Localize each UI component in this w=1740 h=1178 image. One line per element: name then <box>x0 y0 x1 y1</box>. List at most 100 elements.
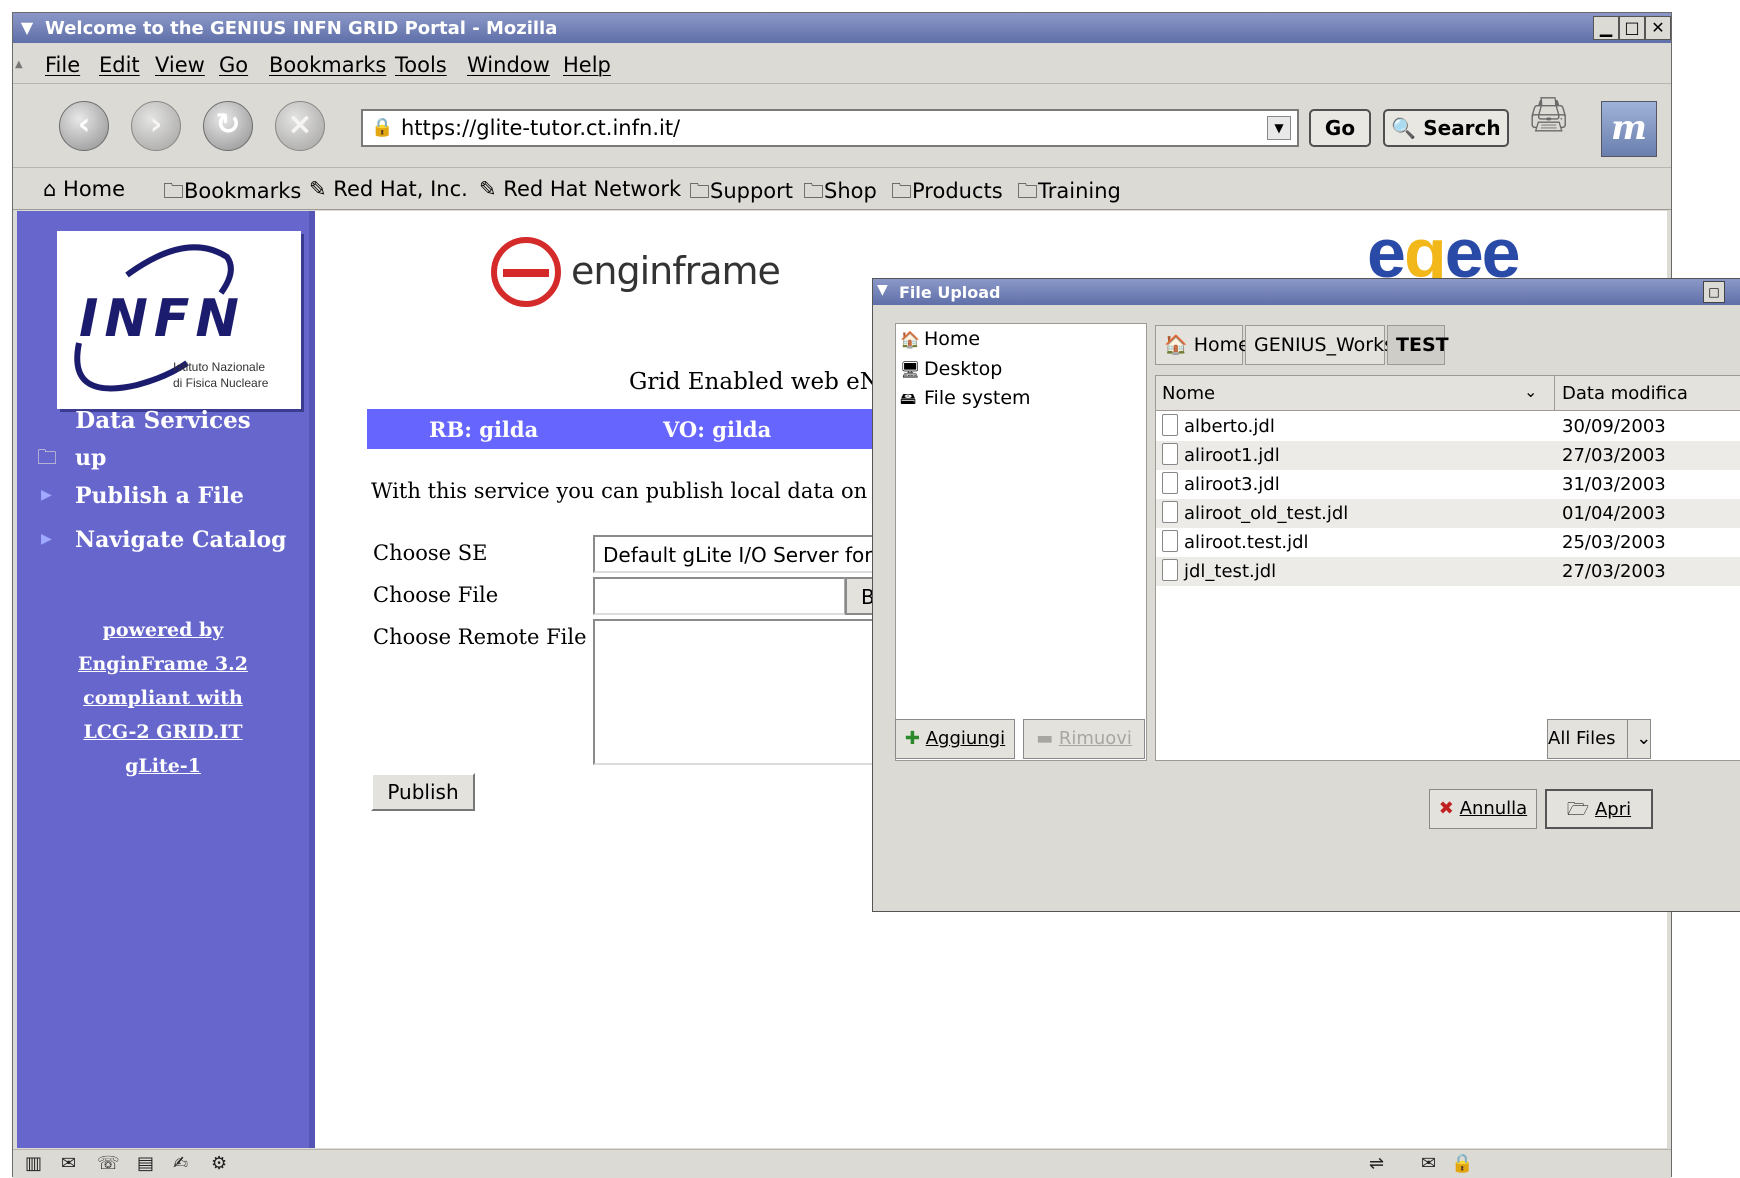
mail-icon[interactable]: ✉ <box>61 1153 76 1174</box>
column-date[interactable]: Data modifica <box>1562 383 1688 404</box>
close-button[interactable]: ✕ <box>1645 16 1671 40</box>
chat-icon[interactable]: ☏ <box>97 1153 120 1174</box>
publish-button[interactable]: Publish <box>371 773 475 811</box>
file-icon <box>1162 530 1178 552</box>
footer-lcg[interactable]: LCG-2 GRID.IT <box>17 721 309 743</box>
url-bar[interactable]: 🔒 https://glite-tutor.ct.infn.it/ ▼ <box>361 109 1299 147</box>
cancel-button[interactable]: ✖ Annulla <box>1429 789 1537 829</box>
column-name[interactable]: Nome <box>1162 383 1215 404</box>
bookmark-products[interactable]: 🗀Products <box>891 177 1003 212</box>
menu-go[interactable]: Go <box>219 53 248 77</box>
remove-label: Rimuovi <box>1058 728 1132 749</box>
file-row[interactable]: aliroot.test.jdl 25/03/2003 <box>1156 528 1740 557</box>
infn-logo-text: INFN <box>79 289 245 349</box>
dialog-menu-icon[interactable]: ▼ <box>877 282 888 298</box>
bookmark-redhat[interactable]: ✎ Red Hat, Inc. <box>309 177 468 201</box>
file-icon <box>1162 501 1178 523</box>
filter-select[interactable]: All Files ⌄ <box>1547 719 1651 759</box>
folder-icon: 🗀 <box>1017 179 1038 203</box>
file-row[interactable]: aliroot1.jdl 27/03/2003 <box>1156 441 1740 470</box>
window-menu-icon[interactable]: ▼ <box>17 18 37 38</box>
intro-text: With this service you can publish local … <box>371 479 909 503</box>
address-book-icon[interactable]: ✍ <box>173 1153 188 1174</box>
home-folder-icon: 🏠 <box>900 330 920 349</box>
chevron-down-icon: ⌄ <box>1627 720 1651 758</box>
file-date: 27/03/2003 <box>1562 561 1666 582</box>
file-date: 25/03/2003 <box>1562 532 1666 553</box>
sidebar: INFN Istituto Nazionale di Fisica Nuclear… <box>17 211 309 1148</box>
bookmark-redhat-network[interactable]: ✎ Red Hat Network <box>479 177 681 201</box>
back-button[interactable]: ‹ <box>59 101 109 151</box>
rb-label: RB: gilda <box>429 417 539 442</box>
footer-glite[interactable]: gLite-1 <box>17 755 309 777</box>
bookmark-home[interactable]: ⌂ Home <box>43 177 125 201</box>
sidebar-separator <box>309 211 315 1148</box>
minimize-button[interactable]: ▁ <box>1593 16 1619 40</box>
bookmark-redhat-label: Red Hat, Inc. <box>333 177 468 201</box>
sidebar-link-publish[interactable]: Publish a File <box>75 483 244 509</box>
up-folder-icon: 🗀 <box>37 445 57 469</box>
infn-logo: INFN Istituto Nazionale di Fisica Nuclear… <box>57 231 301 409</box>
bookmark-support[interactable]: 🗀Support <box>689 177 793 212</box>
maximize-button[interactable]: □ <box>1619 16 1645 40</box>
mozilla-icon[interactable]: ▥ <box>25 1153 42 1174</box>
menu-edit[interactable]: Edit <box>99 53 140 77</box>
stop-button[interactable]: × <box>275 101 325 151</box>
places-panel: 🏠 Home 🖥 Desktop 🖴 File system <box>895 323 1147 761</box>
file-name: aliroot_old_test.jdl <box>1184 503 1349 524</box>
menu-file[interactable]: File <box>45 53 80 77</box>
print-icon[interactable]: 🖨 <box>1527 95 1570 135</box>
file-name: jdl_test.jdl <box>1184 561 1277 582</box>
footer-compliant[interactable]: compliant with <box>17 687 309 709</box>
menu-tools[interactable]: Tools <box>395 53 447 77</box>
toolbar-grip-icon[interactable]: ▲ <box>15 59 25 79</box>
tools-icon[interactable]: ⚙ <box>211 1153 227 1174</box>
breadcrumb-home-label: Home <box>1193 334 1250 356</box>
go-button[interactable]: Go <box>1309 109 1371 147</box>
file-date: 27/03/2003 <box>1562 445 1666 466</box>
sort-chevron-icon[interactable]: ⌄ <box>1524 382 1537 401</box>
bookmark-shop[interactable]: 🗀Shop <box>803 177 877 212</box>
menu-bookmarks[interactable]: Bookmarks <box>269 53 386 77</box>
bookmark-bookmarks[interactable]: 🗀Bookmarks <box>163 177 301 212</box>
open-button[interactable]: 🗁 Apri <box>1545 789 1653 829</box>
enginframe-logo: enginframe <box>491 235 781 315</box>
column-divider[interactable] <box>1554 376 1555 410</box>
file-row[interactable]: aliroot3.jdl 31/03/2003 <box>1156 470 1740 499</box>
reload-button[interactable]: ↻ <box>203 101 253 151</box>
data-services-title: Data Services <box>75 407 251 434</box>
place-desktop[interactable]: 🖥 Desktop <box>900 358 1002 380</box>
file-row[interactable]: aliroot_old_test.jdl 01/04/2003 <box>1156 499 1740 528</box>
connection-icon: ⇌ <box>1369 1153 1385 1174</box>
breadcrumb-test[interactable]: TEST <box>1387 325 1449 365</box>
link-icon: ✎ <box>309 177 327 201</box>
breadcrumb-genius-works[interactable]: GENIUS_Works <box>1245 325 1394 365</box>
place-filesystem[interactable]: 🖴 File system <box>900 387 1031 415</box>
file-row[interactable]: jdl_test.jdl 27/03/2003 <box>1156 557 1740 586</box>
sidebar-link-navigate[interactable]: Navigate Catalog <box>75 527 287 553</box>
forward-button[interactable]: › <box>131 101 181 151</box>
composer-icon[interactable]: ▤ <box>137 1153 154 1174</box>
dialog-maximize-button[interactable]: □ <box>1703 281 1725 303</box>
search-button[interactable]: 🔍 Search <box>1383 109 1509 147</box>
mozilla-logo: m <box>1601 101 1657 157</box>
footer-powered-by[interactable]: powered by <box>17 619 309 641</box>
menu-view[interactable]: View <box>155 53 205 77</box>
remove-button[interactable]: ▬ Rimuovi <box>1023 719 1145 759</box>
infn-logo-sub1: Istituto Nazionale <box>173 360 266 374</box>
dialog-title: File Upload <box>899 283 1001 302</box>
bookmark-training[interactable]: 🗀Training <box>1017 177 1121 212</box>
footer-enginframe[interactable]: EnginFrame 3.2 <box>17 653 309 675</box>
url-dropdown-icon[interactable]: ▼ <box>1267 116 1291 140</box>
breadcrumb-home[interactable]: 🏠 Home <box>1155 325 1250 365</box>
file-row[interactable]: alberto.jdl 30/09/2003 <box>1156 412 1740 441</box>
choose-file-input[interactable] <box>593 577 845 615</box>
place-desktop-label: Desktop <box>924 358 1003 380</box>
place-home[interactable]: 🏠 Home <box>900 328 980 350</box>
add-button[interactable]: ✚ Aggiungi <box>895 719 1015 759</box>
menu-help[interactable]: Help <box>563 53 611 77</box>
file-name: aliroot1.jdl <box>1184 445 1280 466</box>
menu-window[interactable]: Window <box>467 53 550 77</box>
sidebar-link-up[interactable]: up <box>75 445 106 471</box>
folder-icon: 🗀 <box>891 179 912 203</box>
